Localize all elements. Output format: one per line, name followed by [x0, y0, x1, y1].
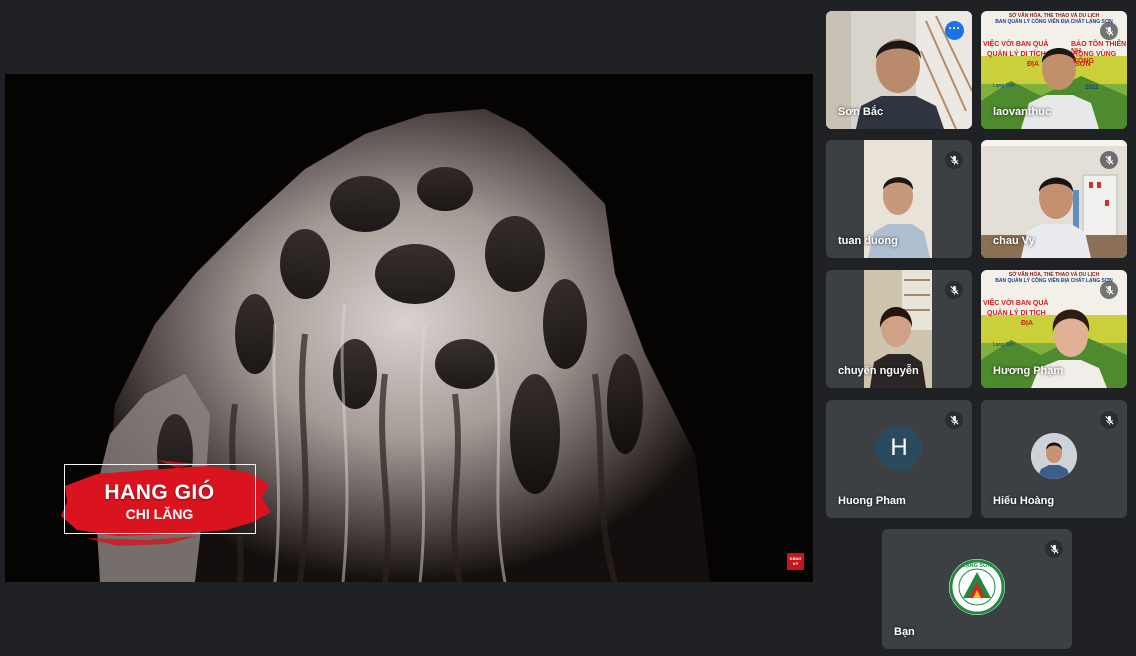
participant-tile-son-bac[interactable]: ··· Sơn Bắc — [826, 11, 972, 129]
slide-line: ĐỊA — [1021, 320, 1034, 327]
presentation-video[interactable]: HANG GIÓ CHI LĂNG ĐĂNG KÝ — [5, 74, 813, 582]
mic-muted-indicator — [1100, 411, 1118, 429]
title-sub: CHI LĂNG — [125, 506, 194, 522]
title-card: HANG GIÓ CHI LĂNG — [57, 456, 272, 548]
participant-name: chuyên nguyễn — [838, 365, 919, 377]
avatar: H — [876, 425, 922, 471]
slide-year: 2022 — [1085, 85, 1099, 91]
mic-off-icon — [1104, 155, 1114, 165]
participant-tile-hieu-hoang[interactable]: Hiếu Hoàng — [981, 400, 1127, 518]
more-options-button[interactable]: ··· — [945, 21, 964, 40]
mic-off-icon — [949, 285, 959, 295]
slide-place: Lạng Sơn — [993, 83, 1015, 89]
mic-off-icon — [949, 155, 959, 165]
mic-muted-indicator — [1100, 281, 1118, 299]
mic-off-icon — [1104, 415, 1114, 425]
geopark-logo-icon: LẠNG SƠN — [949, 559, 1005, 615]
mic-muted-indicator — [945, 151, 963, 169]
more-dots-icon: ··· — [948, 21, 961, 35]
participant-name: tuan duong — [838, 235, 898, 247]
participant-name: chau Vy — [993, 235, 1035, 247]
mic-muted-indicator[interactable] — [1045, 540, 1063, 558]
slide-line: SƠN — [1075, 61, 1091, 68]
avatar — [1031, 433, 1077, 479]
mic-muted-indicator — [1100, 22, 1118, 40]
subscribe-badge[interactable]: ĐĂNG KÝ — [787, 553, 804, 570]
participant-name: Huong Pham — [838, 495, 906, 507]
participant-name: Bạn — [894, 626, 915, 638]
title-main: HANG GIÓ — [104, 481, 215, 504]
mic-off-icon — [1104, 26, 1114, 36]
participant-tile-laovanthuc[interactable]: SỞ VĂN HÓA, THỂ THAO VÀ DU LỊCH BAN QUẢN… — [981, 11, 1127, 129]
participant-name: Hương Phạm — [993, 365, 1064, 377]
slide-line: VIỆC VỚI BAN QUẢ — [983, 300, 1049, 307]
participant-tile-tuan-duong[interactable]: tuan duong — [826, 140, 972, 258]
logo-text: LẠNG SƠN — [962, 563, 991, 569]
slide-line: QUẢN LÝ DI TÍCH — [987, 310, 1046, 317]
participant-name: Sơn Bắc — [838, 106, 884, 118]
meeting-stage: HANG GIÓ CHI LĂNG ĐĂNG KÝ ··· Sơn Bắc SỞ… — [0, 0, 1136, 656]
slide-line: ĐỊA — [1027, 61, 1040, 68]
mic-off-icon — [1104, 285, 1114, 295]
participant-tile-huong-pham-video[interactable]: SỞ VĂN HÓA, THỂ THAO VÀ DU LỊCH BAN QUẢN… — [981, 270, 1127, 388]
mic-muted-indicator — [945, 411, 963, 429]
participant-tile-chau-vy[interactable]: chau Vy — [981, 140, 1127, 258]
participant-name: laovanthuc — [993, 106, 1052, 118]
participant-tile-huong-pham[interactable]: H Huong Pham — [826, 400, 972, 518]
mic-off-icon — [1049, 544, 1059, 554]
participant-name: Hiếu Hoàng — [993, 495, 1055, 507]
mic-off-icon — [949, 415, 959, 425]
mic-muted-indicator — [1100, 151, 1118, 169]
avatar-photo-image — [1031, 433, 1077, 479]
participant-tile-self[interactable]: LẠNG SƠN Bạn — [882, 529, 1072, 649]
slide-line: QUẢN LÝ DI TÍCH — [987, 51, 1046, 58]
slide-line: VIỆC VỚI BAN QUẢ — [983, 41, 1049, 48]
mic-muted-indicator — [945, 281, 963, 299]
participant-tile-chuyen-nguyen[interactable]: chuyên nguyễn — [826, 270, 972, 388]
lang-son-logo: LẠNG SƠN — [948, 556, 1006, 618]
slide-place: Lạng Sơn — [993, 342, 1015, 348]
